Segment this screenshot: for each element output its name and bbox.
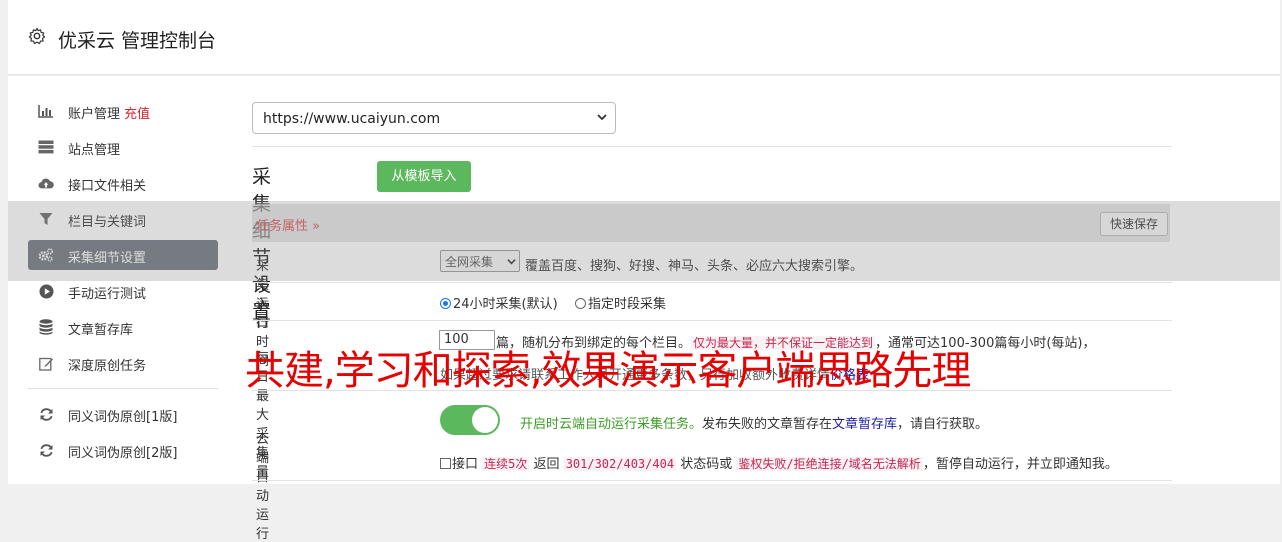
sidebar-item-label: 接口文件相关: [68, 179, 147, 194]
sidebar-item-label: 深度原创任务: [68, 359, 147, 374]
server-icon: [38, 139, 54, 155]
sidebar-item-sites[interactable]: 站点管理: [28, 132, 218, 162]
divider: [252, 282, 1172, 283]
console-title: 优采云 管理控制台: [58, 30, 217, 52]
edit-icon: [38, 355, 54, 371]
radio-checked-icon[interactable]: [440, 298, 451, 309]
console-header: 优采云 管理控制台: [8, 0, 1280, 75]
toggle-knob: [472, 407, 498, 433]
sidebar-item-label: 文章暂存库: [68, 323, 134, 338]
cloud-run-label: 云端自动运行: [256, 432, 270, 542]
refresh-icon: [38, 406, 54, 422]
divider: [252, 146, 1172, 147]
sidebar-item-label: 站点管理: [68, 143, 121, 158]
cloud-run-description: 开启时云端自动运行采集任务。发布失败的文章暂存在文章暂存库，请自行获取。: [520, 417, 989, 432]
sidebar-item-label: 同义词伪原创[2版]: [68, 446, 178, 461]
site-select-value: https://www.ucaiyun.com: [263, 111, 441, 127]
watermark-text: 共建,学习和探索,效果演示客户端思路先理: [245, 348, 971, 394]
bar-chart-icon: [38, 103, 54, 119]
sidebar: 账户管理 充值 站点管理 接口文件相关 栏目与关键词 采集细节设置 手动运行测试…: [28, 96, 218, 471]
overlay-band: [8, 201, 1280, 281]
gear-icon: [28, 27, 46, 45]
sidebar-item-deep-original[interactable]: 深度原创任务: [28, 348, 218, 378]
database-icon: [38, 319, 54, 335]
cloud-run-toggle[interactable]: [440, 405, 500, 435]
sidebar-divider: [28, 388, 218, 389]
checkbox-icon[interactable]: [440, 458, 451, 469]
run-time-option-24h[interactable]: 24小时采集(默认): [440, 293, 558, 312]
site-select[interactable]: https://www.ucaiyun.com: [252, 102, 616, 134]
sidebar-item-article-store[interactable]: 文章暂存库: [28, 312, 218, 342]
sidebar-item-account[interactable]: 账户管理 充值: [28, 96, 218, 126]
api-failure-option: 接口 连续5次 返回 301/302/403/404 状态码或 鉴权失败/拒绝连…: [440, 453, 1118, 472]
import-template-button[interactable]: 从模板导入: [377, 161, 471, 192]
sidebar-item-api-files[interactable]: 接口文件相关: [28, 168, 218, 198]
run-time-option-scheduled[interactable]: 指定时段采集: [575, 293, 666, 312]
divider: [252, 320, 1172, 321]
chevron-down-icon: [597, 114, 607, 121]
radio-icon[interactable]: [575, 298, 586, 309]
article-store-link[interactable]: 文章暂存库: [832, 417, 897, 432]
cloud-upload-icon: [38, 175, 54, 191]
sidebar-item-synonym-v2[interactable]: 同义词伪原创[2版]: [28, 435, 218, 465]
refresh-icon: [38, 442, 54, 458]
sidebar-item-label: 手动运行测试: [68, 287, 147, 302]
recharge-link[interactable]: 充值: [124, 107, 150, 122]
sidebar-item-synonym-v1[interactable]: 同义词伪原创[1版]: [28, 399, 218, 429]
sidebar-item-label: 账户管理: [68, 107, 121, 122]
divider: [252, 480, 1172, 481]
play-circle-icon: [38, 283, 54, 299]
sidebar-item-label: 同义词伪原创[1版]: [68, 410, 178, 425]
